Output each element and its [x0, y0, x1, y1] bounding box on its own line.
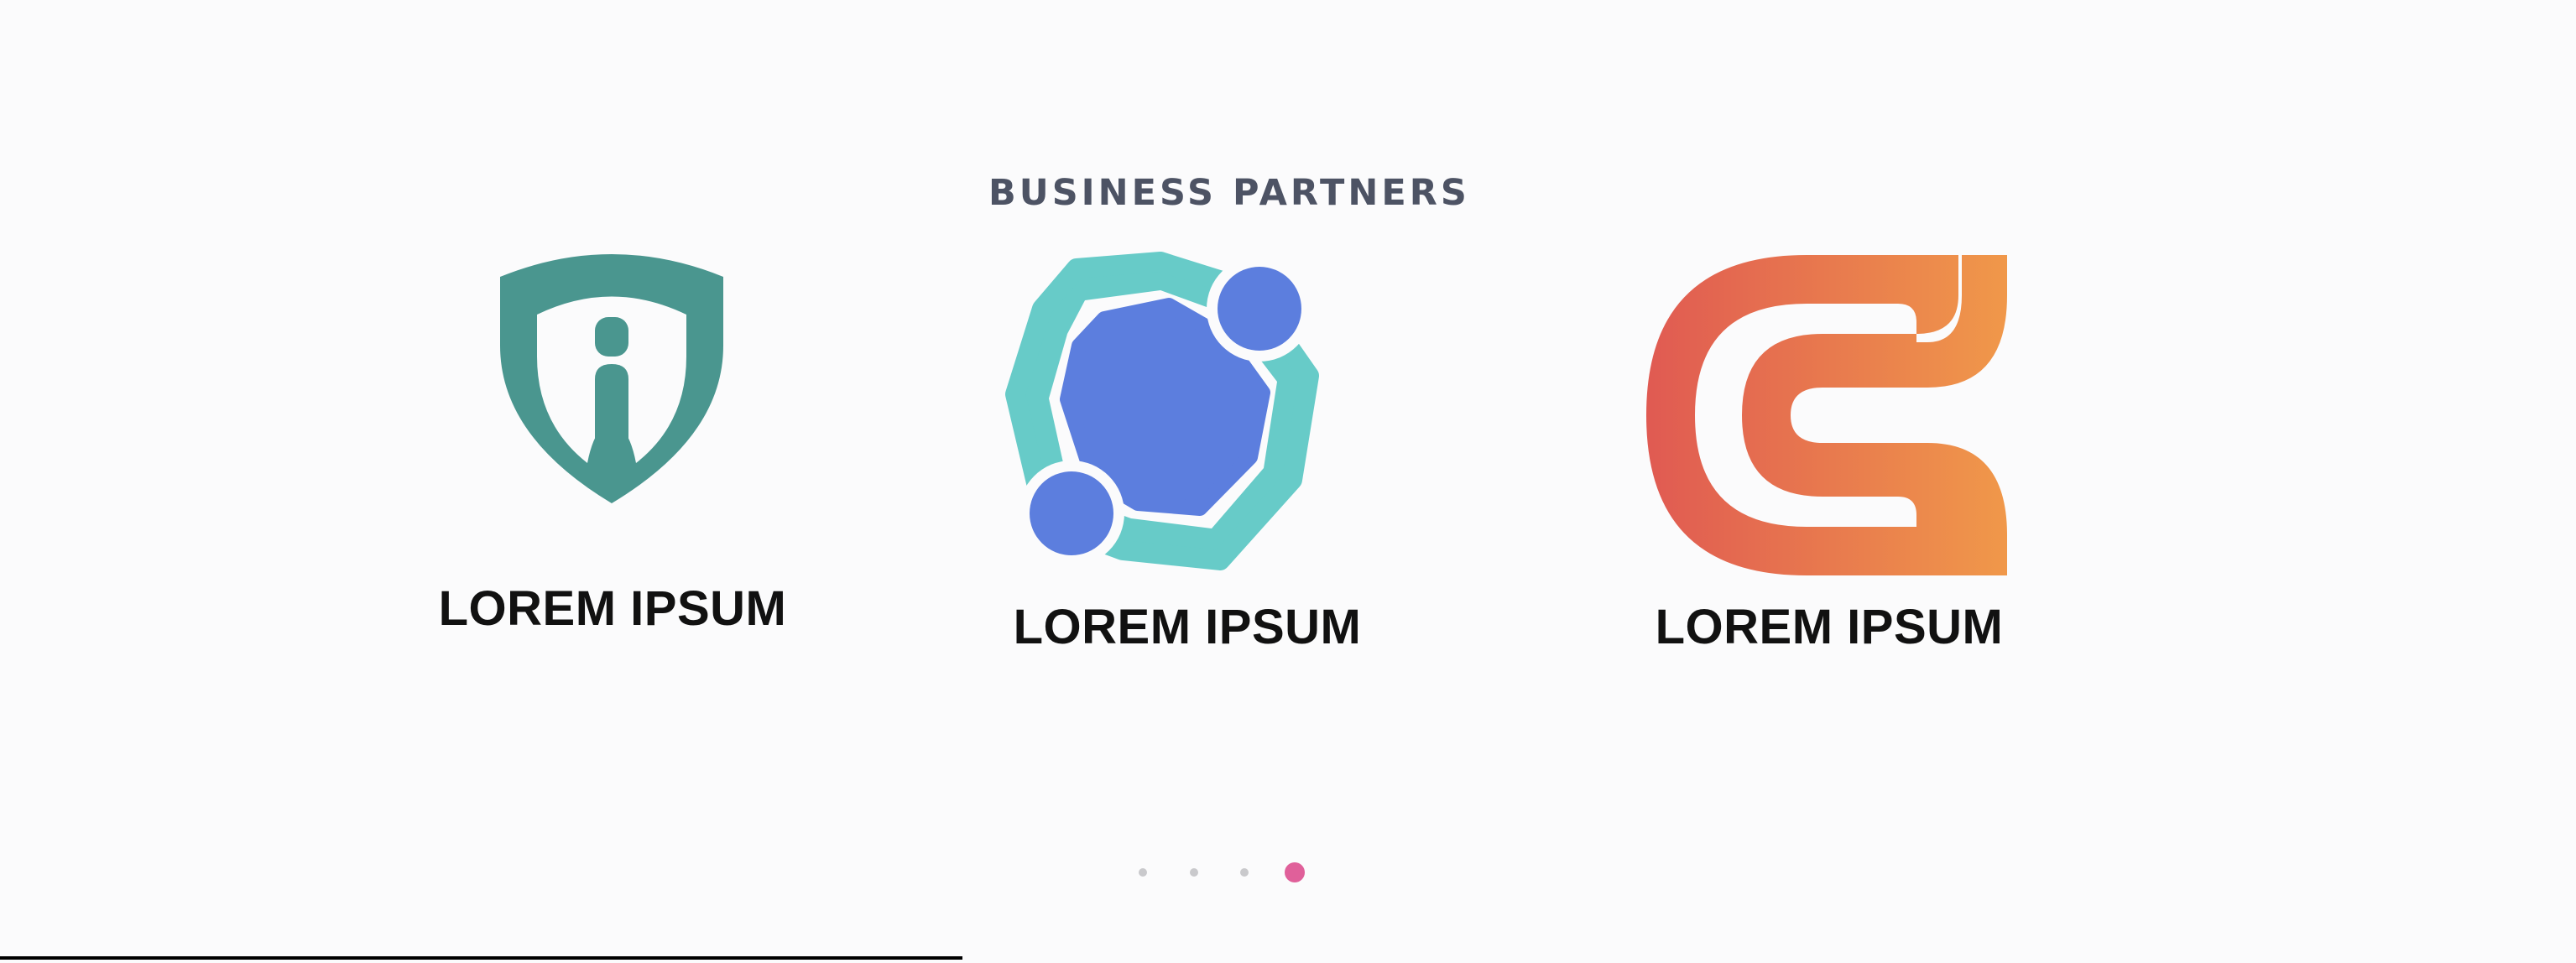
shield-i-icon — [500, 254, 723, 503]
partner-logo-1[interactable]: LOREM IPSUM — [436, 252, 789, 646]
carousel-dot-3[interactable] — [1240, 868, 1249, 877]
section-title: BUSINESS PARTNERS — [988, 171, 1470, 214]
carousel-dot-4-active[interactable] — [1285, 862, 1305, 882]
partner-logo-2[interactable]: LOREM IPSUM — [1003, 252, 1372, 663]
partner-name-2: LOREM IPSUM — [1013, 600, 1362, 654]
hexagon-nodes-icon — [1005, 252, 1319, 570]
carousel-dot-1[interactable] — [1139, 868, 1147, 877]
carousel-pagination — [1124, 856, 1326, 889]
partner-name-1: LOREM IPSUM — [438, 581, 787, 636]
scroll-progress-bar — [0, 956, 962, 960]
partner-logo-3[interactable]: LOREM IPSUM — [1645, 252, 2014, 663]
partner-name-3: LOREM IPSUM — [1655, 600, 2004, 654]
carousel-dot-2[interactable] — [1190, 868, 1198, 877]
letter-c-icon — [1646, 255, 2007, 575]
